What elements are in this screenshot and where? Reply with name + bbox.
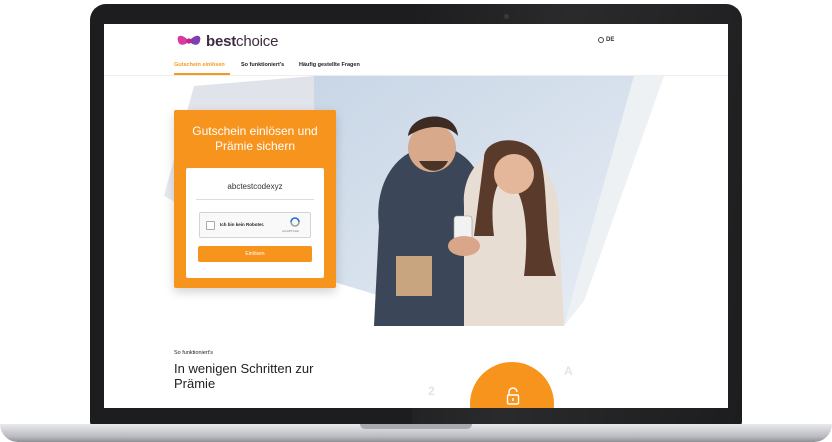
logo[interactable]: bestchoice [176, 32, 278, 50]
nav-how-it-works[interactable]: So funktioniert's [241, 62, 284, 68]
nav-bar: Gutschein einlösen So funktioniert's Häu… [104, 58, 728, 76]
recaptcha-icon [290, 217, 300, 227]
lock-icon [506, 387, 520, 405]
laptop-notch [360, 424, 472, 429]
logo-text: bestchoice [206, 33, 278, 50]
captcha-brand: reCAPTCHA [282, 229, 300, 233]
logo-text-thin: choice [236, 32, 279, 50]
screen: bestchoice DE Gutschein einlösen So funk… [104, 24, 728, 408]
globe-icon [598, 37, 604, 43]
voucher-card: Gutschein einlösen und Prämie sichern ab… [174, 110, 336, 288]
voucher-code-input[interactable]: abctestcodexyz [186, 182, 324, 191]
captcha-checkbox[interactable] [206, 221, 215, 230]
logo-text-bold: best [206, 32, 237, 50]
card-title: Gutschein einlösen und Prämie sichern [192, 124, 318, 153]
nav-redeem[interactable]: Gutschein einlösen [174, 62, 225, 68]
language-label: DE [606, 37, 615, 43]
captcha-label: Ich bin kein Roboter. [220, 222, 265, 227]
header: bestchoice DE [104, 24, 728, 58]
nav-faq[interactable]: Häufig gestellte Fragen [299, 62, 360, 68]
nav-active-underline [174, 73, 230, 75]
recaptcha-widget: Ich bin kein Roboter. reCAPTCHA [199, 212, 311, 238]
voucher-form: abctestcodexyz Ich bin kein Roboter. reC… [186, 168, 324, 278]
step-letter: A [564, 364, 573, 378]
section-label: So funktioniert's [174, 350, 213, 356]
language-selector[interactable]: DE [598, 37, 614, 43]
bow-icon [177, 35, 201, 45]
laptop-base [0, 424, 832, 442]
redeem-button[interactable]: Einlösen [198, 246, 312, 262]
input-underline [196, 199, 314, 200]
step-number: 2 [428, 384, 435, 398]
camera [504, 14, 509, 19]
section-title: In wenigen Schritten zur Prämie [174, 361, 314, 391]
